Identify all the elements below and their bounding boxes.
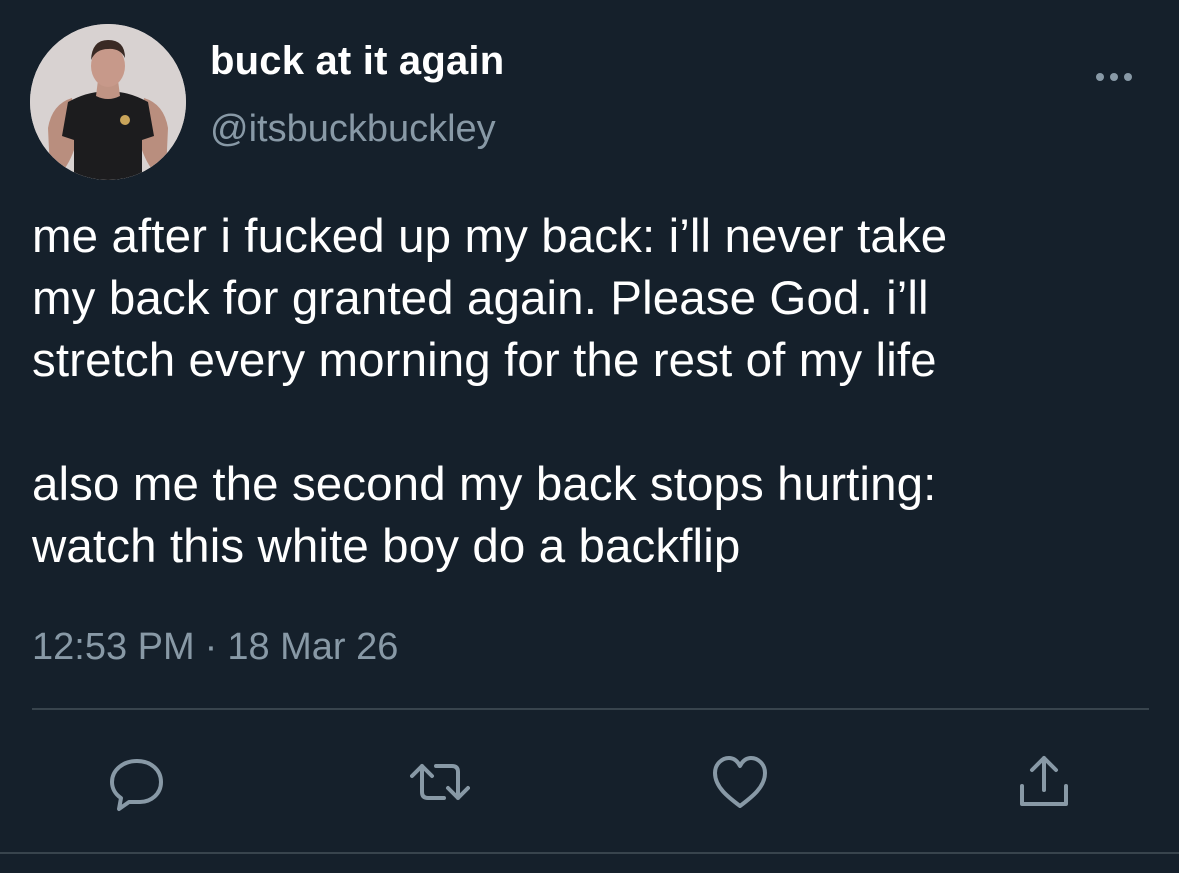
reply-icon <box>110 759 163 811</box>
share-button[interactable] <box>1014 752 1074 812</box>
avatar[interactable] <box>30 24 186 180</box>
tweet-time: 12:53 PM <box>32 626 195 668</box>
more-options-button[interactable] <box>1088 62 1140 92</box>
divider <box>32 708 1149 710</box>
retweet-button[interactable] <box>410 752 470 812</box>
more-horizontal-icon <box>1096 73 1132 81</box>
tweet-date: 18 Mar 26 <box>227 626 399 668</box>
reply-button[interactable] <box>107 752 167 812</box>
author-display-name[interactable]: buck at it again <box>210 38 504 84</box>
tweet-timestamp[interactable]: 12:53 PM · 18 Mar 26 <box>32 624 398 670</box>
retweet-icon <box>410 764 470 800</box>
tweet-detail: buck at it again @itsbuckbuckley me afte… <box>0 0 1179 873</box>
bottom-divider <box>0 852 1179 854</box>
meta-separator: · <box>204 626 218 668</box>
like-icon <box>713 756 767 808</box>
avatar-photo <box>30 24 186 180</box>
tweet-text: me after i fucked up my back: i’ll never… <box>32 210 948 573</box>
like-button[interactable] <box>710 752 770 812</box>
author-handle[interactable]: @itsbuckbuckley <box>210 106 496 152</box>
share-icon <box>1020 756 1068 806</box>
